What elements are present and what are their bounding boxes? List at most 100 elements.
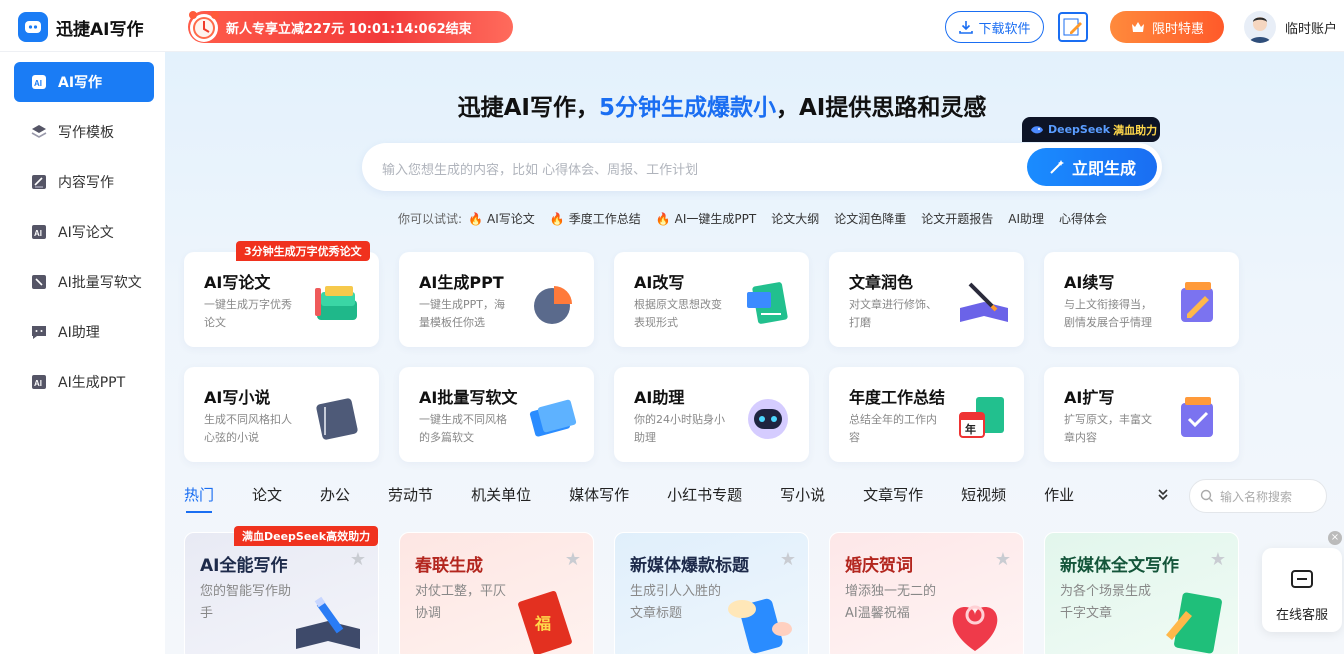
app-logo[interactable]: 迅捷AI写作 [18, 12, 143, 42]
star-icon[interactable]: ★ [1210, 549, 1226, 570]
pie-chart-icon [534, 286, 572, 324]
deepseek-badge: DeepSeek 满血助力 [1022, 117, 1160, 142]
deepseek-promo-badge: 满血DeepSeek高效助力 [234, 526, 379, 546]
try-item[interactable]: 论文润色降重 [834, 210, 906, 227]
star-icon[interactable]: ★ [995, 549, 1011, 570]
template-title: 新媒体全文写作 [1060, 556, 1179, 576]
edit-icon[interactable] [1058, 12, 1088, 42]
tab-short-video[interactable]: 短视频 [961, 484, 1006, 505]
template-card-all-round[interactable]: AI全能写作 您的智能写作助手 ★ [184, 532, 379, 654]
feature-title: AI生成PPT [419, 273, 504, 292]
tab-paper[interactable]: 论文 [252, 484, 282, 505]
tab-government[interactable]: 机关单位 [471, 484, 531, 505]
feature-card-expand[interactable]: AI扩写 扩写原文，丰富文章内容 [1044, 367, 1239, 462]
sidebar-item-template[interactable]: 写作模板 [14, 112, 154, 152]
books-icon [315, 286, 357, 320]
tab-labor-day[interactable]: 劳动节 [388, 484, 433, 505]
feature-desc: 你的24小时贴身小助理 [634, 413, 725, 444]
try-item[interactable]: AI助理 [1008, 210, 1044, 227]
feature-card-novel[interactable]: AI写小说 生成不同风格扣人心弦的小说 [184, 367, 379, 462]
tab-article[interactable]: 文章写作 [863, 484, 923, 505]
tab-xiaohongshu[interactable]: 小红书专题 [667, 484, 742, 505]
tab-homework[interactable]: 作业 [1044, 484, 1074, 505]
template-title: 春联生成 [415, 556, 483, 576]
feature-card-rewrite[interactable]: AI改写 根据原文思想改变表现形式 [614, 252, 809, 347]
deepseek-whale-icon [1031, 125, 1043, 133]
template-title: 新媒体爆款标题 [630, 556, 749, 576]
feature-desc: 生成不同风格扣人心弦的小说 [204, 413, 292, 444]
try-item-label: 论文开题报告 [921, 212, 994, 226]
top-bar: 迅捷AI写作 新人专享立减227元 10:01:14:062结束 下载软件 限时… [0, 0, 1344, 52]
feature-title: AI助理 [634, 388, 685, 407]
fire-icon: 🔥 [549, 211, 565, 226]
template-card-couplet[interactable]: 春联生成 对仗工整，平仄协调 ★ 福 [399, 532, 594, 654]
ring-box-icon [952, 605, 998, 651]
template-search-input[interactable]: 输入名称搜索 [1189, 479, 1327, 513]
sidebar-item-batch-write[interactable]: AI批量写软文 [14, 262, 154, 302]
checklist-icon [1181, 397, 1213, 437]
magic-wand-icon [1050, 160, 1064, 174]
sidebar-item-label: 内容写作 [58, 175, 114, 191]
sidebar-item-label: AI助理 [58, 325, 100, 341]
document-pen-icon [1166, 592, 1222, 654]
assistant-icon [30, 323, 48, 341]
avatar[interactable] [1244, 11, 1276, 43]
fire-icon: 🔥 [468, 211, 483, 226]
tab-hot[interactable]: 热门 [184, 484, 214, 513]
template-card-wedding[interactable]: 婚庆贺词 增添独一无二的AI温馨祝福 ★ [829, 532, 1024, 654]
try-item[interactable]: 论文大纲 [771, 210, 819, 227]
template-card-media-article[interactable]: 新媒体全文写作 为各个场景生成千字文章 ★ [1044, 532, 1239, 654]
sidebar-item-ppt[interactable]: AI AI生成PPT [14, 362, 154, 402]
sidebar-item-assistant[interactable]: AI助理 [14, 312, 154, 352]
svg-text:年: 年 [965, 422, 976, 436]
sidebar-item-ai-write[interactable]: AI AI写作 [14, 62, 154, 102]
feature-card-batch[interactable]: AI批量写软文 一键生成不同风格的多篇软文 [399, 367, 594, 462]
feature-card-annual-summary[interactable]: 年度工作总结 总结全年的工作内容 年 [829, 367, 1024, 462]
generate-label: 立即生成 [1071, 159, 1136, 178]
star-icon[interactable]: ★ [565, 549, 581, 570]
try-item[interactable]: 🔥 季度工作总结 [550, 210, 641, 227]
generate-input[interactable]: 输入您想生成的内容，比如 心得体会、周报、工作计划 [382, 159, 698, 178]
generate-search-box[interactable]: 输入您想生成的内容，比如 心得体会、周报、工作计划 立即生成 [362, 143, 1162, 191]
tab-media[interactable]: 媒体写作 [569, 484, 629, 505]
batch-write-icon [30, 273, 48, 291]
hero-title-post: ，AI提供思路和灵感 [776, 95, 987, 121]
account-name[interactable]: 临时账户 [1285, 18, 1337, 37]
template-card-media-title[interactable]: 新媒体爆款标题 生成引人入胜的文章标题 ★ [614, 532, 809, 654]
try-item-label: AI写论文 [487, 212, 535, 226]
stack-papers-icon [529, 399, 577, 437]
try-item[interactable]: 心得体会 [1059, 210, 1107, 227]
sidebar-item-content-write[interactable]: 内容写作 [14, 162, 154, 202]
limited-sale-button[interactable]: 限时特惠 [1110, 11, 1224, 43]
try-item[interactable]: 🔥 AI写论文 [468, 210, 535, 227]
feature-card-assistant[interactable]: AI助理 你的24小时贴身小助理 [614, 367, 809, 462]
sidebar-item-paper[interactable]: AI AI写论文 [14, 212, 154, 252]
feature-card-continue[interactable]: AI续写 与上文衔接得当，剧情发展合乎情理 [1044, 252, 1239, 347]
try-item[interactable]: 论文开题报告 [921, 210, 993, 227]
sidebar: AI AI写作 写作模板 内容写作 AI AI写论文 AI批量写软文 AI助理 … [0, 52, 165, 654]
close-icon[interactable]: × [1328, 531, 1342, 545]
promo-text: 新人专享立减227元 10:01:14:062结束 [226, 21, 472, 37]
feature-desc: 与上文衔接得当，剧情发展合乎情理 [1064, 298, 1152, 329]
tab-office[interactable]: 办公 [320, 484, 350, 505]
promo-banner[interactable]: 新人专享立减227元 10:01:14:062结束 [188, 11, 513, 43]
try-label: 你可以试试: [398, 212, 463, 226]
online-service-button[interactable]: 在线客服 [1262, 548, 1342, 632]
chevron-down-icon[interactable] [1156, 487, 1170, 505]
tab-novel[interactable]: 写小说 [780, 484, 825, 505]
feature-card-ppt[interactable]: AI生成PPT 一键生成PPT，海量模板任你选 [399, 252, 594, 347]
star-icon[interactable]: ★ [780, 549, 796, 570]
generate-button[interactable]: 立即生成 [1027, 148, 1157, 186]
feature-desc: 一键生成不同风格的多篇软文 [419, 413, 507, 444]
try-item-label: 论文润色降重 [834, 212, 907, 226]
feature-card-polish[interactable]: 文章润色 对文章进行修饰、打磨 [829, 252, 1024, 347]
paper-promo-badge: 3分钟生成万字优秀论文 [236, 241, 370, 261]
try-item[interactable]: 🔥 AI一键生成PPT [656, 210, 757, 227]
download-button[interactable]: 下载软件 [945, 11, 1044, 43]
feature-desc: 对文章进行修饰、打磨 [849, 298, 937, 329]
feature-desc: 一键生成PPT，海量模板任你选 [419, 298, 505, 329]
sidebar-item-label: AI生成PPT [58, 375, 126, 391]
calendar-icon: 年 [959, 397, 1004, 438]
star-icon[interactable]: ★ [350, 549, 366, 570]
feature-card-paper[interactable]: AI写论文 一键生成万字优秀论文 [184, 252, 379, 347]
